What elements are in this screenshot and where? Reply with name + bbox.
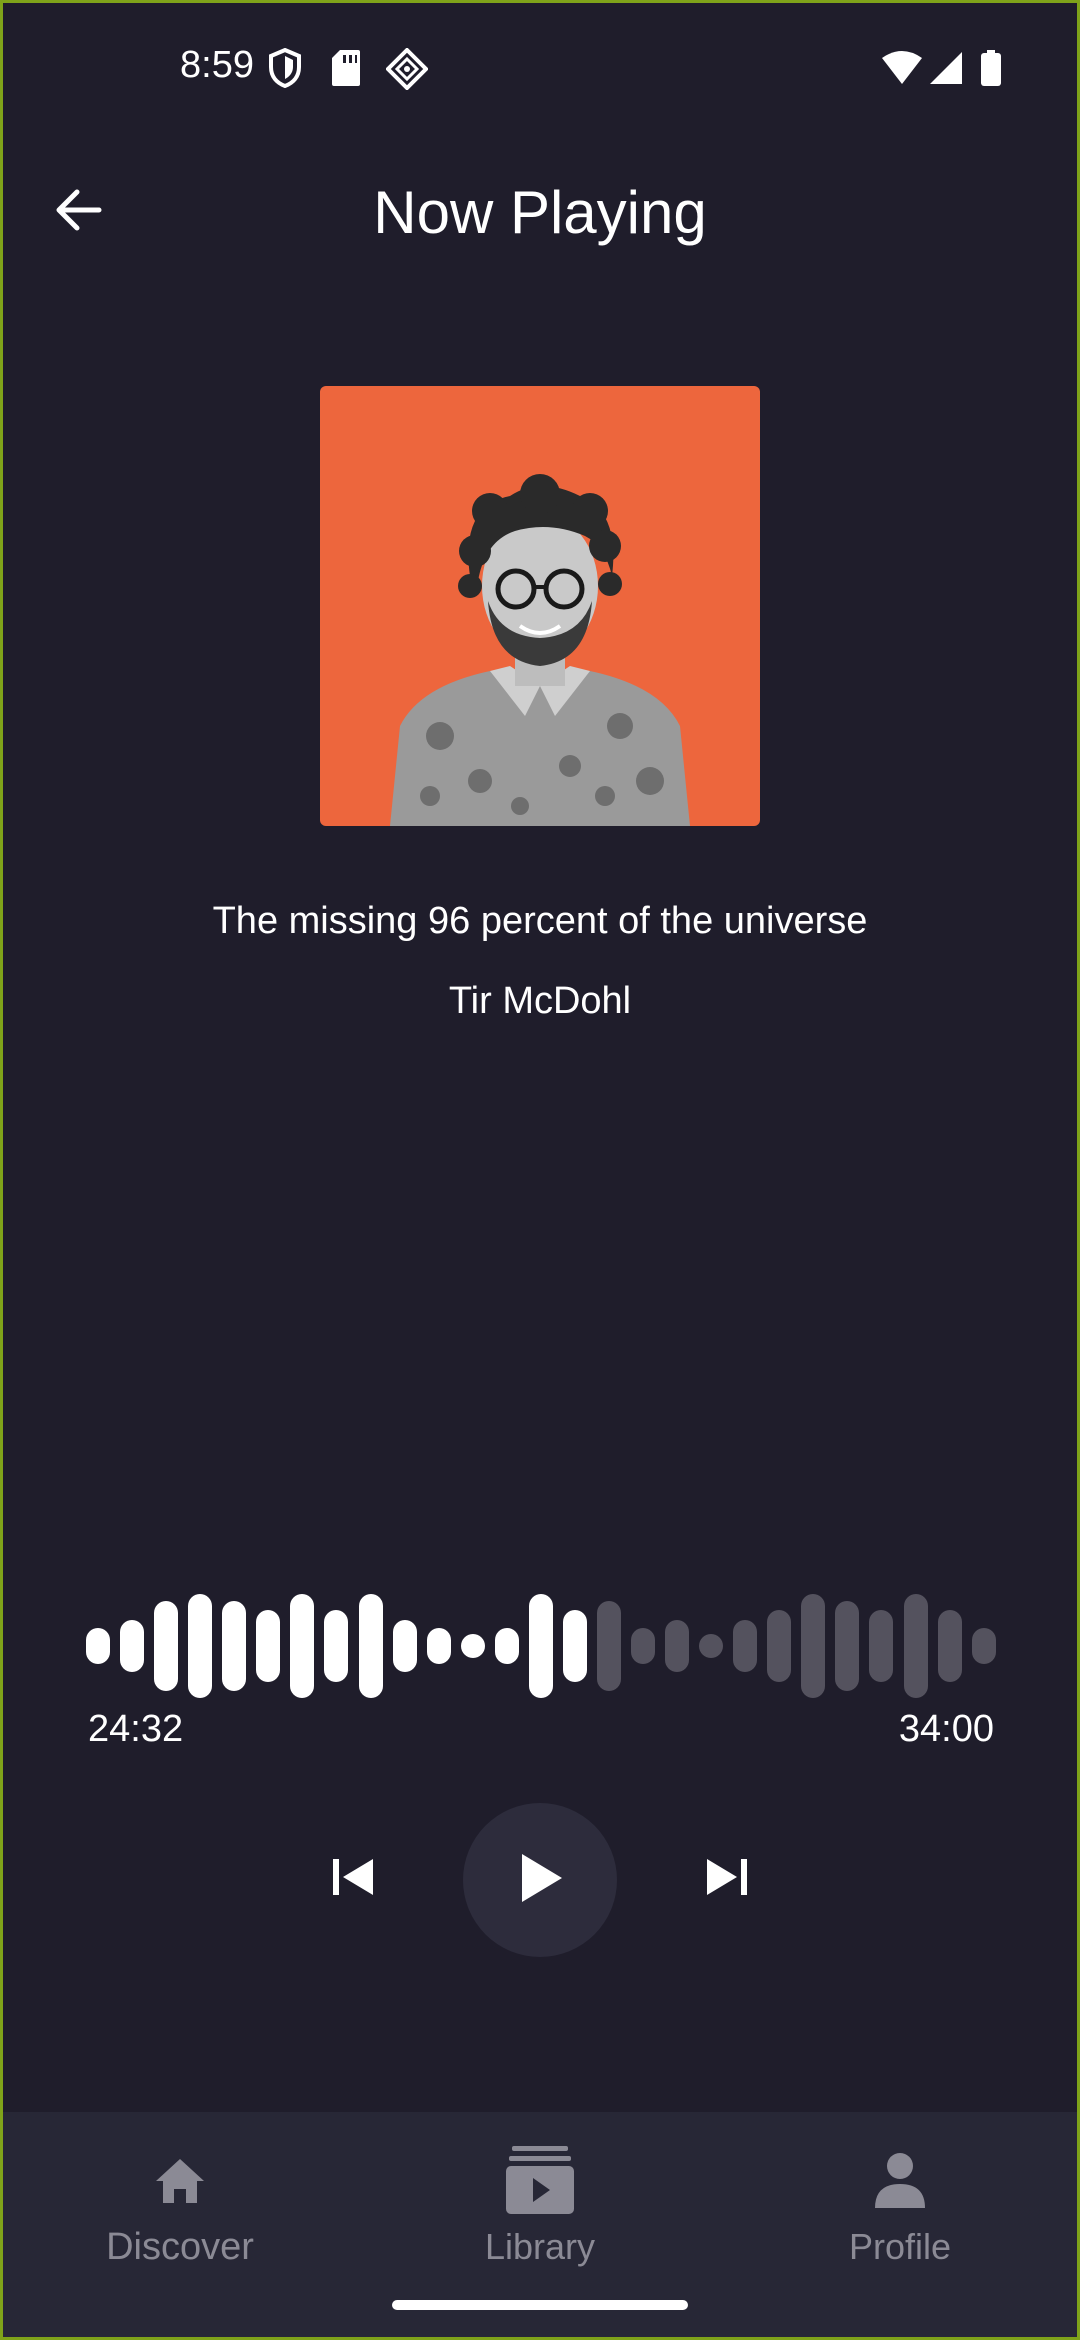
page-title: Now Playing <box>373 179 707 246</box>
waveform-bar <box>460 1634 485 1658</box>
waveform-bar <box>835 1601 860 1691</box>
library-icon <box>506 2136 574 2226</box>
diamond-app-icon <box>385 47 429 95</box>
waveform-bar <box>528 1594 553 1698</box>
waveform-bar <box>665 1620 690 1672</box>
shield-icon <box>268 47 302 93</box>
elapsed-time: 24:32 <box>88 1708 184 1750</box>
track-artist: Tir McDohl <box>448 980 632 1022</box>
status-bar: 8:59 <box>0 0 1080 140</box>
waveform-bar <box>154 1601 179 1691</box>
playback-controls <box>0 1800 1080 1960</box>
waveform-bar <box>222 1601 247 1691</box>
portrait-icon <box>320 474 760 826</box>
track-title: The missing 96 percent of the universe <box>212 900 868 942</box>
waveform-bar <box>971 1628 996 1664</box>
device-frame <box>0 0 1080 2340</box>
nav-label-discover: Discover <box>106 2226 254 2268</box>
album-artwork <box>320 386 760 826</box>
waveform-bar <box>596 1601 621 1691</box>
waveform-bar <box>562 1610 587 1682</box>
cellular-signal-icon <box>928 50 964 91</box>
total-duration: 34:00 <box>898 1708 994 1750</box>
waveform-bar <box>699 1634 724 1658</box>
waveform-bar <box>120 1620 145 1672</box>
skip-next-button[interactable] <box>692 1844 762 1914</box>
waveform-bar <box>358 1594 383 1698</box>
play-button[interactable] <box>463 1803 617 1957</box>
waveform-bar <box>869 1610 894 1682</box>
waveform-bar <box>494 1628 519 1664</box>
waveform-bar <box>188 1594 213 1698</box>
home-indicator <box>392 2300 688 2310</box>
waveform-bar <box>324 1610 349 1682</box>
waveform-bar <box>801 1594 826 1698</box>
wifi-icon <box>882 50 922 91</box>
status-time: 8:59 <box>180 44 254 86</box>
nav-item-discover[interactable]: Discover <box>0 2112 360 2312</box>
waveform-bar <box>426 1628 451 1664</box>
waveform-bar <box>937 1610 962 1682</box>
waveform-bar <box>903 1594 928 1698</box>
nav-label-profile: Profile <box>848 2226 952 2267</box>
sd-card-icon <box>330 48 362 93</box>
nav-item-profile[interactable]: Profile <box>720 2112 1080 2312</box>
waveform-bar <box>86 1628 110 1664</box>
waveform-seek-bar[interactable] <box>86 1590 996 1702</box>
nav-label-library: Library <box>484 2226 596 2267</box>
nav-item-library[interactable]: Library <box>360 2112 720 2312</box>
skip-previous-button[interactable] <box>318 1844 388 1914</box>
waveform-bar <box>290 1594 315 1698</box>
play-icon <box>516 1852 564 1909</box>
waveform-bar <box>392 1620 417 1672</box>
battery-icon <box>980 50 1002 91</box>
waveform-bar <box>256 1610 281 1682</box>
waveform-bar <box>631 1628 655 1664</box>
waveform-bar <box>767 1610 792 1682</box>
home-icon <box>154 2136 206 2226</box>
app-bar: Now Playing <box>0 150 1080 274</box>
skip-previous-icon <box>331 1857 375 1902</box>
waveform-bar <box>733 1620 758 1672</box>
person-icon <box>873 2136 927 2226</box>
skip-next-icon <box>705 1857 749 1902</box>
